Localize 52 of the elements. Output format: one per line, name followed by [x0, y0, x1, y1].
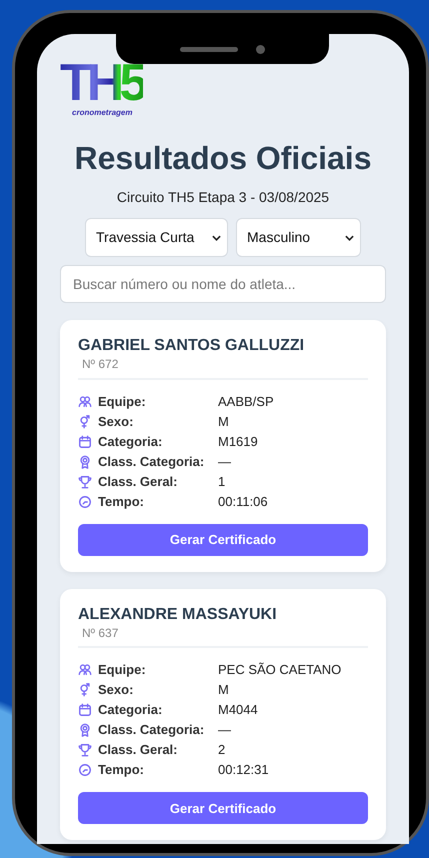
field-value: —	[218, 452, 231, 471]
clock-icon	[78, 763, 92, 778]
field-label: Tempo:	[98, 492, 145, 511]
people-icon	[78, 663, 92, 678]
gender-icon	[78, 683, 92, 698]
field-label: Class. Categoria:	[98, 452, 206, 471]
field-label: Tempo:	[98, 761, 145, 780]
clock-icon	[78, 494, 92, 509]
page-title: Resultados Oficiais	[74, 138, 372, 178]
filter-dropdown[interactable]: Masculino	[236, 218, 361, 258]
event-subtitle: Circuito TH5 Etapa 3 - 03/08/2025	[116, 188, 330, 208]
field-value: —	[218, 721, 231, 740]
field-value: M	[218, 412, 229, 431]
camera-icon	[256, 44, 265, 54]
people-icon	[78, 394, 92, 409]
athlete-number: Nº 672	[82, 357, 120, 372]
field-value: AABB/SP	[218, 392, 274, 411]
field-value: PEC SÃO CAETANO	[218, 661, 342, 680]
field-label: Categoria:	[98, 432, 164, 451]
trophy-icon	[78, 474, 92, 489]
gender-icon	[78, 414, 92, 429]
field-label: Class. Geral:	[98, 472, 178, 491]
caret-icon	[345, 234, 354, 241]
athlete-name: ALEXANDRE MASSAYUKI	[78, 604, 278, 624]
field-value: M1619	[218, 432, 258, 451]
certificate-button[interactable]: Gerar Certificado	[78, 524, 368, 556]
field-label: Sexo:	[98, 412, 134, 431]
field-value: 00:11:06	[218, 492, 268, 511]
calendar-icon	[78, 703, 92, 718]
logo-tagline: cronometragem	[72, 106, 132, 119]
trophy-icon	[78, 743, 92, 758]
field-value: M4044	[218, 701, 258, 720]
field-label: Categoria:	[98, 701, 164, 720]
calendar-icon	[78, 434, 92, 449]
medal-icon	[78, 723, 92, 738]
field-label: Equipe:	[98, 392, 147, 411]
field-value: 1	[218, 472, 226, 491]
speaker-icon	[180, 46, 238, 52]
caret-icon	[212, 234, 221, 241]
field-value: 2	[218, 741, 226, 760]
certificate-button[interactable]: Gerar Certificado	[78, 792, 368, 824]
athlete-name: GABRIEL SANTOS GALLUZZI	[78, 336, 306, 356]
field-value: M	[218, 681, 229, 700]
field-label: Class. Geral:	[98, 741, 178, 760]
field-label: Class. Categoria:	[98, 721, 206, 740]
field-label: Sexo:	[98, 681, 134, 700]
search-field[interactable]: Buscar número ou nome do atleta...	[60, 265, 386, 304]
athlete-number: Nº 637	[82, 626, 120, 640]
medal-icon	[78, 454, 92, 469]
filter-dropdown[interactable]: Travessia Curta	[85, 218, 228, 258]
field-label: Equipe:	[98, 661, 147, 680]
field-value: 00:12:31	[218, 761, 269, 780]
